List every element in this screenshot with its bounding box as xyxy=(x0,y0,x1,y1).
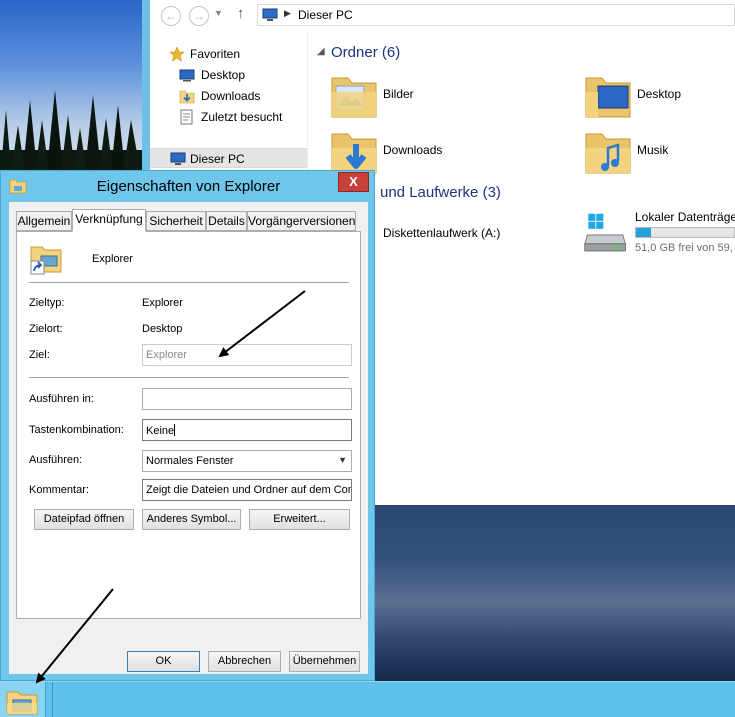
change-icon-button[interactable]: Anderes Symbol... xyxy=(142,509,241,530)
target-type-label: Zieltyp: xyxy=(29,297,65,309)
tile-label: Musik xyxy=(637,143,669,157)
taskbar-explorer-button[interactable] xyxy=(0,682,46,717)
nav-item-label: Downloads xyxy=(201,89,261,103)
taskbar-divider xyxy=(52,682,53,717)
run-select[interactable]: Normales Fenster ▼ xyxy=(142,450,352,472)
drive-usage-bar xyxy=(635,227,735,238)
properties-dialog: Eigenschaften von Explorer X Allgemein V… xyxy=(0,170,375,681)
recent-places-icon xyxy=(180,109,193,125)
folder-icon xyxy=(585,77,631,118)
tile-label: Desktop xyxy=(637,87,682,101)
nav-item-recent[interactable]: Zuletzt besucht xyxy=(150,107,307,127)
separator xyxy=(29,377,349,378)
dialog-body: Allgemein Verknüpfung Sicherheit Details… xyxy=(9,202,368,674)
target-field[interactable]: Explorer xyxy=(142,344,352,366)
shortcut-folder-icon xyxy=(30,246,62,275)
apply-button[interactable]: Übernehmen xyxy=(289,651,360,672)
star-icon xyxy=(169,46,185,62)
hotkey-value: Keine xyxy=(146,425,175,437)
drive-tile-local[interactable]: Lokaler Datenträge 51,0 GB frei von 59, xyxy=(582,208,735,264)
desktop-icon xyxy=(179,69,195,82)
tile-label: Downloads xyxy=(383,143,443,157)
nav-item-label: Zuletzt besucht xyxy=(201,110,283,124)
folder-icon xyxy=(585,133,631,174)
group-header-folders[interactable]: Ordner (6) xyxy=(331,44,400,61)
cancel-button[interactable]: Abbrechen xyxy=(208,651,281,672)
close-icon[interactable]: X xyxy=(338,172,369,192)
up-icon[interactable]: ↑ xyxy=(237,5,245,22)
taskbar xyxy=(0,681,735,717)
breadcrumb: Dieser PC xyxy=(298,8,353,22)
desktop-wallpaper-bottom xyxy=(370,505,735,681)
nav-item-label: Dieser PC xyxy=(190,152,245,166)
folder-tile-pictures[interactable]: Bilder xyxy=(330,70,550,126)
drive-free-space: 51,0 GB frei von 59, xyxy=(635,242,733,254)
collapse-icon[interactable]: ◢ xyxy=(317,46,325,57)
run-select-value: Normales Fenster xyxy=(146,455,234,467)
shortcut-name: Explorer xyxy=(92,253,133,265)
start-in-field[interactable] xyxy=(142,388,352,410)
tile-label: Bilder xyxy=(383,87,414,101)
breadcrumb-arrow-icon: ▶ xyxy=(284,8,291,18)
start-in-label: Ausführen in: xyxy=(29,393,94,405)
target-location-value: Desktop xyxy=(142,323,183,335)
dropdown-arrow-icon: ▼ xyxy=(338,455,347,465)
drive-usage-fill xyxy=(636,228,651,237)
ok-button[interactable]: OK xyxy=(127,651,200,672)
hotkey-label: Tastenkombination: xyxy=(29,424,124,436)
tab-shortcut[interactable]: Verknüpfung xyxy=(72,209,146,232)
group-header-drives[interactable]: und Laufwerke (3) xyxy=(380,184,501,201)
chevron-down-icon[interactable]: ▼ xyxy=(214,8,223,18)
desktop-wallpaper xyxy=(0,0,142,180)
hotkey-field[interactable]: Keine xyxy=(142,419,352,441)
folder-icon xyxy=(331,77,377,118)
nav-item-favorites[interactable]: Favoriten xyxy=(150,44,307,64)
comment-label: Kommentar: xyxy=(29,484,89,496)
folder-tile-desktop[interactable]: Desktop xyxy=(584,70,734,126)
target-label: Ziel: xyxy=(29,349,50,361)
nav-item-this-pc[interactable]: Dieser PC xyxy=(150,148,307,168)
run-label: Ausführen: xyxy=(29,454,83,466)
trees-image xyxy=(0,90,142,180)
tab-security[interactable]: Sicherheit xyxy=(146,211,206,231)
back-icon[interactable]: ← xyxy=(161,6,181,26)
tab-previous-versions[interactable]: Vorgängerversionen xyxy=(247,211,356,231)
tile-label: Diskettenlaufwerk (A:) xyxy=(383,226,501,240)
separator xyxy=(29,282,349,283)
target-type-value: Explorer xyxy=(142,297,183,309)
download-folder-icon xyxy=(179,90,195,104)
nav-item-label: Favoriten xyxy=(190,47,241,61)
folder-tile-music[interactable]: Musik xyxy=(584,126,734,182)
forward-icon[interactable]: → xyxy=(189,6,209,26)
dialog-title: Eigenschaften von Explorer xyxy=(96,178,281,195)
file-explorer-icon xyxy=(6,691,38,715)
nav-item-downloads[interactable]: Downloads xyxy=(150,86,307,106)
computer-icon xyxy=(262,8,278,21)
advanced-button[interactable]: Erweitert... xyxy=(249,509,350,530)
text-caret xyxy=(174,424,176,436)
hard-drive-icon xyxy=(584,213,627,252)
comment-field[interactable]: Zeigt die Dateien und Ordner auf dem Com… xyxy=(142,479,352,501)
address-bar[interactable]: ▶ Dieser PC xyxy=(257,4,735,26)
tab-general[interactable]: Allgemein xyxy=(16,211,72,231)
dialog-title-bar[interactable]: Eigenschaften von Explorer X xyxy=(1,171,376,201)
nav-item-label: Desktop xyxy=(201,68,246,82)
open-file-location-button[interactable]: Dateipfad öffnen xyxy=(34,509,134,530)
computer-icon xyxy=(170,152,186,165)
tab-panel-shortcut: Explorer Zieltyp: Explorer Zielort: Desk… xyxy=(16,231,361,619)
tab-details[interactable]: Details xyxy=(206,211,247,231)
target-location-label: Zielort: xyxy=(29,323,63,335)
nav-item-desktop[interactable]: Desktop xyxy=(150,65,307,85)
tile-label: Lokaler Datenträge xyxy=(635,210,735,224)
